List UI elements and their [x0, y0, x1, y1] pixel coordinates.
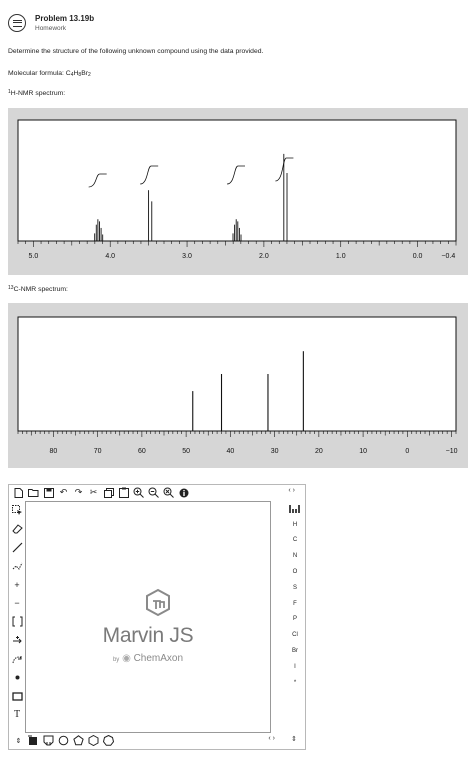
plot-area — [17, 316, 457, 432]
cnmr-spectrum-chart: 80 70 60 50 40 30 20 10 0 −10 — [17, 316, 458, 455]
homework-icon — [8, 14, 26, 32]
zoom-in-icon[interactable] — [131, 485, 146, 500]
info-icon[interactable] — [176, 485, 191, 500]
hnmr-spectrum-panel: 5.0 4.0 3.0 2.0 1.0 0.0 −0.4 — [8, 108, 468, 275]
rectangle-icon[interactable] — [9, 687, 25, 706]
x-tick-label: 50 — [182, 448, 190, 455]
cut-icon[interactable]: ✂ — [86, 485, 101, 500]
x-tick-label: 5.0 — [29, 253, 39, 260]
element-h[interactable]: H — [285, 517, 305, 533]
marvin-logo-icon — [146, 588, 170, 617]
x-tick-label: 20 — [315, 448, 323, 455]
x-tick-label: 1.0 — [336, 253, 346, 260]
top-toolbar-scroll[interactable]: ‹ › — [288, 487, 295, 494]
plus-charge-icon[interactable]: + — [9, 575, 25, 594]
template-scroll[interactable]: ‹ › — [268, 735, 275, 742]
cyclopentane-template-icon[interactable] — [71, 733, 86, 748]
cnmr-label: 13C-NMR spectrum: — [8, 285, 68, 293]
x-tick-label: 60 — [138, 448, 146, 455]
molecular-formula: Molecular formula: C4H8Br2 — [8, 70, 91, 78]
hnmr-spectrum-chart: 5.0 4.0 3.0 2.0 1.0 0.0 −0.4 — [17, 119, 457, 260]
x-tick-label: 2.0 — [259, 253, 269, 260]
new-document-icon[interactable] — [11, 485, 26, 500]
element-f[interactable]: F — [285, 596, 305, 612]
element-o[interactable]: O — [285, 564, 305, 580]
cycloheptane-template-icon[interactable] — [101, 733, 116, 748]
copy-icon[interactable] — [101, 485, 116, 500]
benzene-template-icon[interactable] — [41, 733, 56, 748]
template-scroll-icon[interactable]: ⇕ — [11, 733, 26, 748]
element-br[interactable]: Br — [285, 643, 305, 659]
redo-icon[interactable]: ↷ — [71, 485, 86, 500]
vertical-scroll-icon[interactable]: ⇕ — [291, 735, 297, 743]
text-tool-icon[interactable]: T — [9, 706, 25, 725]
eraser-icon[interactable] — [9, 520, 25, 539]
element-p[interactable]: P — [285, 612, 305, 628]
element-s[interactable]: S — [285, 580, 305, 596]
open-folder-icon[interactable] — [26, 485, 41, 500]
cyclohexane-template-icon[interactable] — [86, 733, 101, 748]
x-tick-label: 30 — [271, 448, 279, 455]
save-icon[interactable] — [41, 485, 56, 500]
assignment-header: Problem 13.19b Homework — [8, 8, 94, 38]
x-tick-label: 10 — [359, 448, 367, 455]
x-tick-label: 3.0 — [182, 253, 192, 260]
element-cl[interactable]: Cl — [285, 627, 305, 643]
x-tick-label: 70 — [94, 448, 102, 455]
x-tick-label: −10 — [446, 448, 458, 455]
zoom-fit-icon[interactable] — [161, 485, 176, 500]
element-n[interactable]: N — [285, 548, 305, 564]
bond-icon[interactable] — [9, 538, 25, 557]
cyclopropane-template-icon[interactable] — [56, 733, 71, 748]
curved-arrow-icon[interactable] — [9, 650, 25, 669]
x-tick-label: 0 — [405, 448, 409, 455]
reaction-arrow-icon[interactable] — [9, 631, 25, 650]
element-any[interactable]: * — [285, 675, 305, 691]
x-tick-label: 0.0 — [413, 253, 423, 260]
element-i[interactable]: I — [285, 659, 305, 675]
question-instruction: Determine the structure of the following… — [8, 48, 264, 55]
element-c[interactable]: C — [285, 533, 305, 549]
periodic-table-icon[interactable] — [285, 501, 305, 517]
left-toolbar: + − T — [9, 501, 25, 724]
cnmr-spectrum-panel: 80 70 60 50 40 30 20 10 0 −10 — [8, 303, 468, 468]
template-library-icon[interactable] — [26, 733, 41, 748]
paste-icon[interactable] — [116, 485, 131, 500]
marvin-logo-text: Marvin JS — [102, 624, 194, 647]
atom-dot-icon[interactable] — [9, 668, 25, 687]
plot-area — [17, 119, 457, 242]
x-tick-label: −0.4 — [441, 253, 455, 260]
marvin-js-editor[interactable]: ↶ ↷ ✂ ‹ › + − T Marvin JS by ◉ ChemAxon — [8, 484, 306, 750]
drawing-canvas[interactable]: Marvin JS by ◉ ChemAxon — [25, 501, 271, 733]
top-toolbar: ↶ ↷ ✂ ‹ › — [9, 485, 305, 500]
select-tool-icon[interactable] — [9, 501, 25, 520]
x-tick-label: 80 — [49, 448, 57, 455]
minus-charge-icon[interactable]: − — [9, 594, 25, 613]
element-toolbar: H C N O S F P Cl Br I * — [285, 501, 305, 691]
problem-type: Homework — [35, 24, 67, 32]
x-tick-label: 4.0 — [105, 253, 115, 260]
bracket-icon[interactable] — [9, 613, 25, 632]
undo-icon[interactable]: ↶ — [56, 485, 71, 500]
hnmr-label: 1H-NMR spectrum: — [8, 89, 66, 97]
zoom-out-icon[interactable] — [146, 485, 161, 500]
chemaxon-credit: by ◉ ChemAxon — [112, 653, 184, 664]
problem-title: Problem 13.19b — [35, 13, 95, 23]
x-tick-label: 40 — [226, 448, 234, 455]
chain-icon[interactable] — [9, 557, 25, 576]
template-toolbar: ⇕ ‹ › ⇕ — [9, 732, 305, 749]
